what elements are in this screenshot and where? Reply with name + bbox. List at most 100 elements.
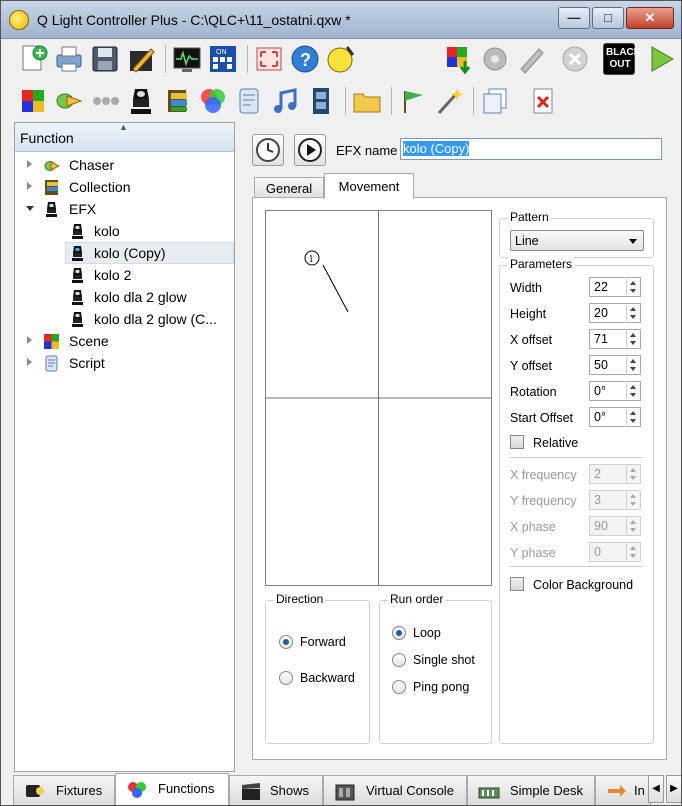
expand-arrow-icon[interactable] (27, 182, 32, 190)
dmx-address-icon[interactable]: ON (207, 43, 239, 75)
run-order-group-title: Run order (388, 592, 446, 606)
x-phase-value: 90 (594, 519, 608, 533)
window-title: Q Light Controller Plus - C:\QLC+\11_ost… (37, 12, 351, 28)
monitor-icon[interactable] (171, 43, 203, 75)
close-window-button[interactable]: ✕ (626, 7, 674, 29)
stop-all-icon[interactable] (479, 43, 511, 75)
tab-functions-label: Functions (158, 781, 215, 796)
tree-item-efx[interactable]: EFX (17, 198, 232, 220)
spin-arrows-icon[interactable] (626, 279, 639, 295)
y-offset-spinbox[interactable]: 50 (589, 355, 641, 375)
spin-arrows-icon[interactable] (626, 518, 639, 534)
speed-dial-button[interactable] (252, 134, 284, 166)
tree-item-label: kolo (Copy) (94, 245, 166, 261)
new-sequence-icon[interactable] (89, 85, 121, 117)
edit-icon[interactable] (125, 43, 157, 75)
x-frequency-spinbox[interactable]: 2 (589, 464, 641, 484)
width-spinbox[interactable]: 22 (589, 277, 641, 297)
new-audio-icon[interactable] (269, 85, 301, 117)
tab-shows[interactable]: Shows (229, 775, 323, 805)
expand-arrow-icon[interactable] (27, 358, 32, 366)
relative-checkbox[interactable] (510, 435, 524, 449)
print-icon[interactable] (53, 43, 85, 75)
tab-movement[interactable]: Movement (324, 173, 414, 199)
tree-item-scene[interactable]: Scene (17, 330, 232, 352)
wizard-icon[interactable] (397, 85, 429, 117)
about-icon[interactable] (325, 43, 357, 75)
rotation-spinbox[interactable]: 0° (589, 381, 641, 401)
tab-fixtures[interactable]: Fixtures (13, 775, 115, 805)
collapse-arrow-icon[interactable] (26, 206, 34, 211)
single-shot-radio[interactable] (392, 653, 406, 667)
tab-scroll-left-button[interactable]: ◀ (648, 775, 664, 803)
close-icon[interactable] (559, 43, 591, 75)
new-chaser-icon[interactable] (53, 85, 85, 117)
spin-arrows-icon[interactable] (626, 492, 639, 508)
tab-inputs-outputs[interactable]: In (595, 775, 651, 805)
test-play-button[interactable] (294, 134, 326, 166)
function-tree-panel: ▲ Function Chaser Collection EFX kolo ko… (14, 122, 235, 772)
start-offset-spinbox[interactable]: 0° (589, 407, 641, 427)
tree-item-label: EFX (69, 201, 97, 217)
new-scene-icon[interactable] (17, 85, 49, 117)
new-efx-icon[interactable] (125, 85, 157, 117)
operate-mode-icon[interactable] (645, 43, 677, 75)
efx-preview-canvas: 1 (266, 211, 491, 585)
tree-item-collection[interactable]: Collection (17, 176, 232, 198)
ping-pong-radio[interactable] (392, 680, 406, 694)
minimize-button[interactable]: — (558, 7, 590, 29)
spin-arrows-icon[interactable] (626, 544, 639, 560)
new-video-icon[interactable] (305, 85, 337, 117)
maximize-button[interactable]: □ (592, 7, 624, 29)
tab-scroll-right-button[interactable]: ▶ (666, 775, 681, 803)
new-rgb-matrix-icon[interactable] (197, 85, 229, 117)
color-background-checkbox[interactable] (510, 577, 524, 591)
help-icon[interactable]: ? (289, 43, 321, 75)
magic-icon[interactable] (433, 85, 465, 117)
forward-radio[interactable] (279, 635, 293, 649)
y-phase-spinbox[interactable]: 0 (589, 542, 641, 562)
tree-item-kolo-copy[interactable]: kolo (Copy) (65, 242, 234, 264)
tree-item-kolo-dla-2-glow-copy[interactable]: kolo dla 2 glow (C... (65, 308, 232, 330)
parameters-divider (510, 566, 643, 567)
fullscreen-icon[interactable] (253, 43, 285, 75)
height-spinbox[interactable]: 20 (589, 303, 641, 323)
clone-icon[interactable] (479, 85, 511, 117)
live-edit-icon[interactable] (515, 43, 547, 75)
tree-item-kolo-dla-2-glow[interactable]: kolo dla 2 glow (65, 286, 232, 308)
tab-functions[interactable]: Functions (115, 773, 229, 805)
new-folder-icon[interactable] (351, 85, 383, 117)
tree-item-chaser[interactable]: Chaser (17, 154, 232, 176)
new-project-icon[interactable] (17, 43, 49, 75)
y-frequency-spinbox[interactable]: 3 (589, 490, 641, 510)
x-offset-spinbox[interactable]: 71 (589, 329, 641, 349)
tab-simple-desk[interactable]: Simple Desk (467, 775, 595, 805)
function-tree-header[interactable]: ▲ Function (15, 122, 234, 152)
loop-radio[interactable] (392, 626, 406, 640)
backward-radio[interactable] (279, 671, 293, 685)
tree-item-kolo-2[interactable]: kolo 2 (65, 264, 232, 286)
spin-arrows-icon[interactable] (626, 357, 639, 373)
tab-virtual-console[interactable]: Virtual Console (323, 775, 467, 805)
blackout-icon[interactable]: BLACK OUT (603, 43, 641, 75)
spin-arrows-icon[interactable] (626, 409, 639, 425)
save-icon[interactable] (89, 43, 121, 75)
new-collection-icon[interactable] (161, 85, 193, 117)
efx-name-input[interactable]: kolo (Copy) (400, 138, 662, 160)
spin-arrows-icon[interactable] (626, 331, 639, 347)
x-phase-spinbox[interactable]: 90 (589, 516, 641, 536)
expand-arrow-icon[interactable] (27, 160, 32, 168)
delete-icon[interactable] (527, 85, 559, 117)
tree-item-kolo[interactable]: kolo (65, 220, 232, 242)
pattern-select-value: Line (515, 234, 539, 248)
spin-arrows-icon[interactable] (626, 466, 639, 482)
pattern-select[interactable]: Line (510, 230, 644, 251)
spin-arrows-icon[interactable] (626, 383, 639, 399)
tab-general[interactable]: General (254, 177, 324, 198)
dump-icon[interactable] (443, 43, 475, 75)
expand-arrow-icon[interactable] (27, 336, 32, 344)
spin-arrows-icon[interactable] (626, 305, 639, 321)
new-script-icon[interactable] (233, 85, 265, 117)
tree-item-label: Scene (69, 333, 109, 349)
tree-item-script[interactable]: Script (17, 352, 232, 374)
